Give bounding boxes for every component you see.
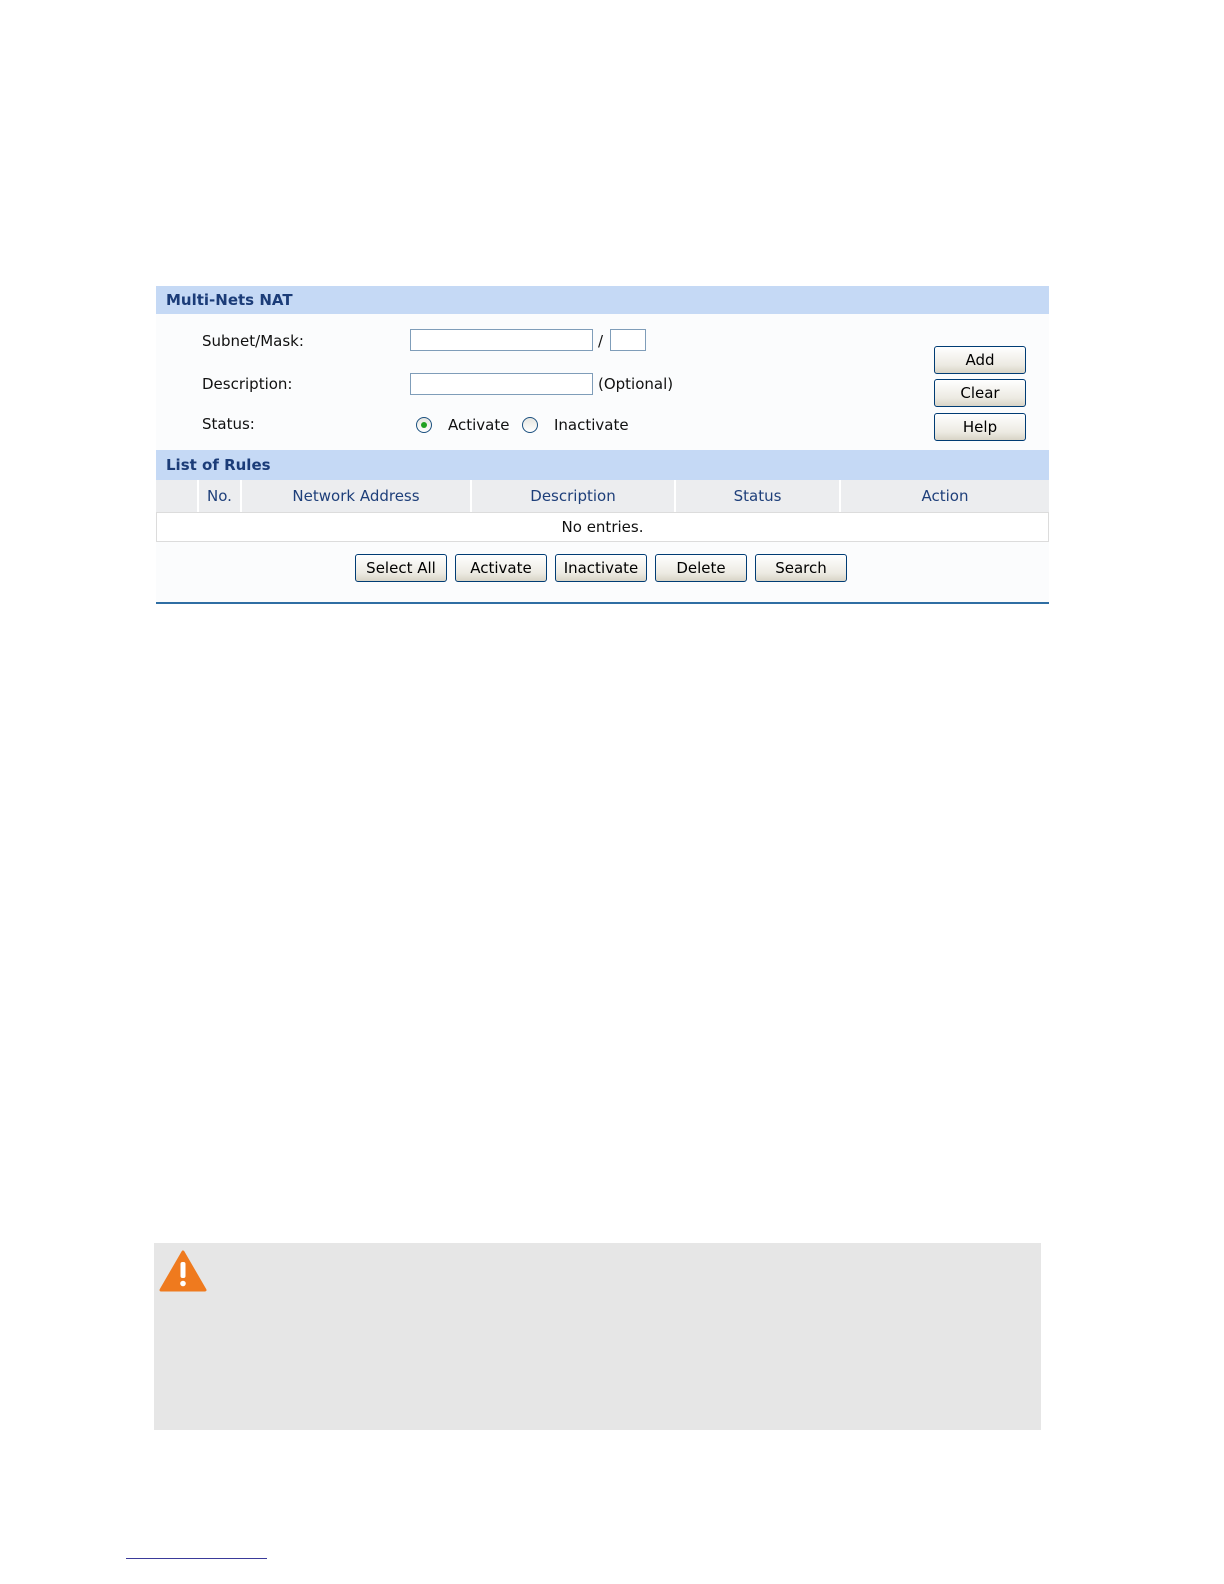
mask-input[interactable] bbox=[610, 329, 646, 351]
column-header-status: Status bbox=[676, 480, 841, 512]
mask-separator: / bbox=[598, 332, 604, 350]
help-button[interactable]: Help bbox=[934, 413, 1026, 441]
rules-table-empty-row: No entries. bbox=[156, 512, 1049, 542]
status-activate-radio[interactable] bbox=[416, 417, 432, 433]
column-header-description: Description bbox=[472, 480, 676, 512]
warning-triangle-icon bbox=[159, 1250, 207, 1292]
select-all-button[interactable]: Select All bbox=[355, 554, 447, 582]
activate-button[interactable]: Activate bbox=[455, 554, 547, 582]
column-header-action: Action bbox=[921, 487, 969, 505]
delete-button[interactable]: Delete bbox=[655, 554, 747, 582]
panel-bottom-rule bbox=[156, 602, 1049, 604]
status-label: Status: bbox=[202, 415, 255, 433]
multi-nets-nat-panel: Multi-Nets NAT Subnet/Mask: / Descriptio… bbox=[156, 286, 1049, 604]
column-header-network-address: Network Address bbox=[242, 480, 472, 512]
subnet-input[interactable] bbox=[410, 329, 593, 351]
warning-note-box bbox=[154, 1243, 1041, 1430]
add-button[interactable]: Add bbox=[934, 346, 1026, 374]
status-inactivate-radio[interactable] bbox=[522, 417, 538, 433]
description-optional-hint: (Optional) bbox=[598, 375, 674, 393]
status-activate-label: Activate bbox=[448, 416, 510, 434]
panel-title: Multi-Nets NAT bbox=[156, 286, 1049, 314]
description-input[interactable] bbox=[410, 373, 593, 395]
rules-table-header: No. Network Address Description Status A… bbox=[156, 480, 1049, 512]
clear-button[interactable]: Clear bbox=[934, 379, 1026, 407]
column-header-select bbox=[156, 480, 199, 512]
description-label: Description: bbox=[202, 375, 293, 393]
subnet-mask-label: Subnet/Mask: bbox=[202, 332, 304, 350]
rules-list-title: List of Rules bbox=[156, 450, 1049, 480]
search-button[interactable]: Search bbox=[755, 554, 847, 582]
status-inactivate-label: Inactivate bbox=[554, 416, 629, 434]
footer-divider bbox=[126, 1558, 267, 1559]
column-header-no: No. bbox=[199, 480, 242, 512]
inactivate-button[interactable]: Inactivate bbox=[555, 554, 647, 582]
